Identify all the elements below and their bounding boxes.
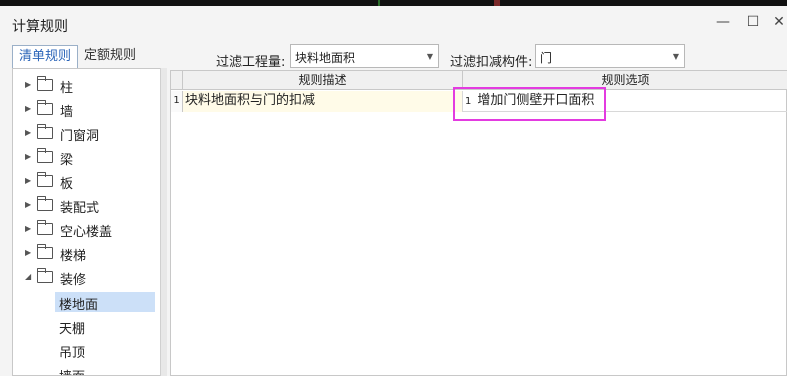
tree-leaf-label: 天棚: [59, 322, 86, 337]
expand-arrow-icon[interactable]: ▶: [25, 176, 31, 185]
tree-item-label: 柱: [60, 81, 74, 96]
collapse-arrow-icon[interactable]: ◢: [25, 272, 31, 281]
tree-item[interactable]: ▶ 梁: [13, 147, 166, 169]
folder-icon: [37, 196, 53, 211]
folder-icon: [37, 268, 53, 283]
folder-icon: [37, 76, 53, 91]
tree-item-label: 梁: [60, 153, 74, 168]
filter-component-select[interactable]: 门 ▼: [535, 44, 685, 68]
filter-component-value: 门: [540, 51, 553, 65]
folder-icon: [37, 172, 53, 187]
tree-leaf-label: 墙面: [59, 366, 85, 375]
grid-corner: [171, 71, 183, 90]
tree-item-label: 空心楼盖: [60, 225, 113, 240]
header-description[interactable]: 规则描述: [183, 71, 463, 90]
window-title: 计算规则: [12, 19, 68, 35]
expand-arrow-icon[interactable]: ▶: [25, 152, 31, 161]
tree-leaf[interactable]: 墙面: [55, 364, 155, 375]
folder-icon: [37, 148, 53, 163]
expand-arrow-icon[interactable]: ▶: [25, 80, 31, 89]
tree-item[interactable]: ▶ 板: [13, 171, 166, 193]
close-icon[interactable]: ✕: [771, 14, 787, 30]
tree-item-label: 墙: [60, 105, 74, 120]
tree-leaf-label: 楼地面: [59, 298, 99, 313]
folder-icon: [37, 244, 53, 259]
component-tree: ▶ 柱 ▶ 墙 ▶ 门窗洞 ▶ 梁 ▶ 板 ▶ 装配式 ▶ 空心楼盖 ▶ 楼梯 …: [12, 68, 167, 376]
chevron-down-icon: ▼: [672, 52, 679, 61]
expand-arrow-icon[interactable]: ▶: [25, 128, 31, 137]
expand-arrow-icon[interactable]: ▶: [25, 248, 31, 257]
dialog-window: 计算规则 — ☐ ✕ 清单规则 定额规则 过滤工程量: 块料地面积 ▼ 过滤扣减…: [0, 6, 787, 376]
tree-item[interactable]: ▶ 门窗洞: [13, 123, 166, 145]
tree-item-label: 楼梯: [60, 249, 87, 264]
row-number: 1: [171, 91, 183, 112]
tree-item-label: 装修: [60, 273, 87, 288]
tree-item[interactable]: ▶ 楼梯: [13, 243, 166, 265]
expand-arrow-icon[interactable]: ▶: [25, 200, 31, 209]
tree-item-label: 板: [60, 177, 74, 192]
tree-scrollbar[interactable]: [160, 68, 167, 376]
tree-item[interactable]: ▶ 墙: [13, 99, 166, 121]
tree-item[interactable]: ▶ 空心楼盖: [13, 219, 166, 241]
filter-project-label: 过滤工程量:: [216, 55, 286, 70]
rule-description-cell[interactable]: 块料地面积与门的扣减: [183, 91, 463, 112]
expand-arrow-icon[interactable]: ▶: [25, 104, 31, 113]
chevron-down-icon: ▼: [426, 52, 433, 61]
filter-project-value: 块料地面积: [295, 51, 356, 65]
tree-leaf-selected[interactable]: 楼地面: [55, 292, 155, 313]
folder-icon: [37, 100, 53, 115]
tree-item-label: 门窗洞: [60, 129, 100, 144]
folder-icon: [37, 220, 53, 235]
tree-item-expanded[interactable]: ◢ 装修: [13, 267, 166, 289]
tree-item[interactable]: ▶ 装配式: [13, 195, 166, 217]
highlight-box: [453, 87, 606, 121]
tree-leaf[interactable]: 吊顶: [55, 340, 155, 361]
folder-icon: [37, 124, 53, 139]
tree-item-label: 装配式: [60, 201, 100, 216]
tree-item[interactable]: ▶ 柱: [13, 75, 166, 97]
minimize-icon[interactable]: —: [715, 14, 731, 30]
filter-component-label: 过滤扣减构件:: [450, 55, 533, 70]
tab-list-rules[interactable]: 清单规则: [12, 45, 79, 69]
expand-arrow-icon[interactable]: ▶: [25, 224, 31, 233]
tab-quota-rules[interactable]: 定额规则: [78, 45, 142, 69]
tree-leaf[interactable]: 天棚: [55, 316, 155, 337]
maximize-icon[interactable]: ☐: [745, 14, 761, 30]
filter-project-select[interactable]: 块料地面积 ▼: [290, 44, 439, 68]
tree-leaf-label: 吊顶: [59, 346, 86, 361]
